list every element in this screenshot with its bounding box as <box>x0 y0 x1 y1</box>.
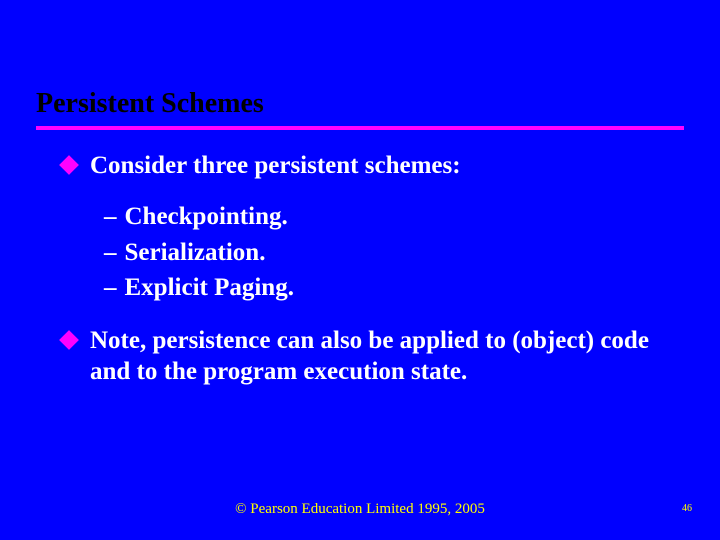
dash-bullet-icon: – <box>104 272 117 303</box>
bullet-text: Consider three persistent schemes: <box>90 150 461 181</box>
diamond-bullet-icon <box>59 155 79 175</box>
sub-item: – Explicit Paging. <box>104 272 680 303</box>
bullet-item: Consider three persistent schemes: <box>62 150 680 181</box>
footer-copyright: © Pearson Education Limited 1995, 2005 <box>0 501 720 518</box>
sub-item: – Checkpointing. <box>104 201 680 232</box>
sub-item: – Serialization. <box>104 237 680 268</box>
bullet-item: Note, persistence can also be applied to… <box>62 325 680 388</box>
sub-text: Explicit Paging. <box>125 272 294 303</box>
slide-title: Persistent Schemes <box>36 88 720 120</box>
dash-bullet-icon: – <box>104 201 117 232</box>
sub-text: Serialization. <box>125 237 266 268</box>
diamond-bullet-icon <box>59 330 79 350</box>
slide-content: Consider three persistent schemes: – Che… <box>0 130 720 388</box>
page-number: 46 <box>682 503 692 514</box>
dash-bullet-icon: – <box>104 237 117 268</box>
bullet-text: Note, persistence can also be applied to… <box>90 325 680 388</box>
sub-text: Checkpointing. <box>125 201 288 232</box>
sub-list: – Checkpointing. – Serialization. – Expl… <box>62 195 680 325</box>
